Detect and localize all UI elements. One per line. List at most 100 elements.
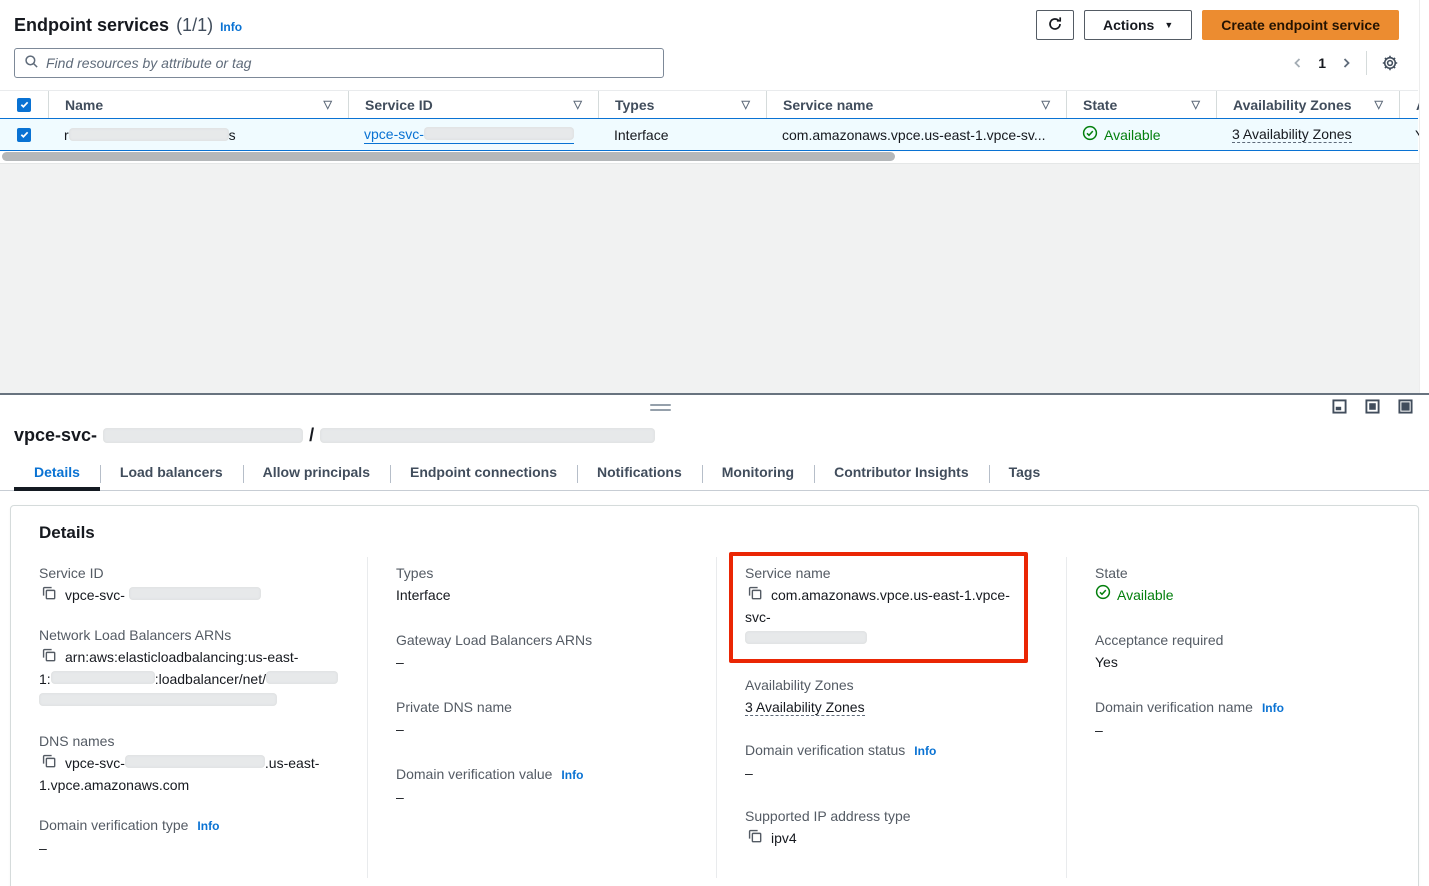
- cell-availability-zones: 3 Availability Zones: [1216, 126, 1399, 143]
- availability-zones-popover[interactable]: 3 Availability Zones: [745, 699, 865, 716]
- pagination: 1: [1292, 51, 1399, 75]
- pager-divider: [1366, 51, 1367, 75]
- checkbox-checked-icon: [17, 128, 31, 142]
- copy-icon[interactable]: [42, 755, 56, 771]
- redaction-box: [125, 755, 265, 768]
- tab-details[interactable]: Details: [14, 456, 100, 490]
- redaction-box: [424, 127, 574, 140]
- refresh-button[interactable]: [1036, 10, 1074, 40]
- select-all-checkbox[interactable]: [0, 91, 48, 118]
- table-row[interactable]: r s vpce-svc- Interface com.amazonaws.vp…: [0, 118, 1418, 151]
- cell-service-id: vpce-svc-: [348, 126, 598, 144]
- column-header-availability-zones[interactable]: Availability Zones ▽: [1216, 91, 1399, 118]
- create-label: Create endpoint service: [1221, 17, 1380, 33]
- field-nlb-arns: Network Load Balancers ARNs arn:aws:elas…: [39, 625, 339, 712]
- row-checkbox[interactable]: [0, 128, 48, 142]
- column-header-state[interactable]: State ▽: [1066, 91, 1216, 118]
- refresh-icon: [1047, 16, 1063, 35]
- current-page[interactable]: 1: [1314, 55, 1330, 71]
- panel-title: vpce-svc- /: [0, 421, 1429, 456]
- detail-panel: vpce-svc- / Details Load balancers Allow…: [0, 395, 1429, 886]
- table-header-row: Name ▽ Service ID ▽ Types ▽ Service name…: [0, 90, 1418, 118]
- field-state: State Available: [1095, 563, 1390, 606]
- actions-label: Actions: [1103, 17, 1154, 33]
- field-service-id: Service ID vpce-svc-: [39, 563, 339, 606]
- redaction-box: [129, 587, 261, 600]
- service-name-highlight-box: Service name com.amazonaws.vpce.us-east-…: [729, 552, 1028, 663]
- info-link[interactable]: Info: [197, 816, 219, 836]
- check-circle-icon: [1095, 584, 1111, 606]
- panel-layout-half-icon[interactable]: [1365, 399, 1380, 417]
- horizontal-scrollbar-thumb[interactable]: [2, 152, 895, 161]
- service-id-link[interactable]: vpce-svc-: [364, 126, 574, 144]
- field-private-dns-name: Private DNS name –: [396, 697, 688, 740]
- copy-icon[interactable]: [42, 649, 56, 665]
- search-input[interactable]: Find resources by attribute or tag: [14, 48, 664, 78]
- sort-icon[interactable]: ▽: [1375, 98, 1383, 111]
- table-settings-button[interactable]: [1381, 54, 1399, 72]
- details-column-4: State Available Acceptance required Yes: [1066, 557, 1418, 878]
- details-card-title: Details: [11, 506, 1418, 557]
- field-types: Types Interface: [396, 563, 688, 606]
- tab-notifications[interactable]: Notifications: [577, 456, 702, 490]
- cell-service-name: com.amazonaws.vpce.us-east-1.vpce-sv...: [766, 127, 1066, 143]
- sort-icon[interactable]: ▽: [1042, 98, 1050, 111]
- search-icon: [24, 54, 39, 72]
- info-link[interactable]: Info: [914, 741, 936, 761]
- sort-icon[interactable]: ▽: [1192, 98, 1200, 111]
- panel-layout-bottom-icon[interactable]: [1332, 399, 1347, 417]
- next-page-button[interactable]: [1340, 57, 1352, 69]
- column-header-service-id[interactable]: Service ID ▽: [348, 91, 598, 118]
- column-header-types[interactable]: Types ▽: [598, 91, 766, 118]
- redaction-box: [69, 128, 229, 141]
- tab-tags[interactable]: Tags: [989, 456, 1061, 490]
- sort-icon[interactable]: ▽: [574, 98, 582, 111]
- panel-drag-handle-icon[interactable]: [650, 404, 671, 414]
- resource-count: (1/1): [176, 15, 213, 36]
- copy-icon[interactable]: [748, 587, 762, 603]
- caret-down-icon: ▼: [1164, 20, 1173, 30]
- column-header-name[interactable]: Name ▽: [48, 91, 348, 118]
- copy-icon[interactable]: [748, 830, 762, 846]
- header-info-link[interactable]: Info: [220, 20, 242, 34]
- prev-page-button[interactable]: [1292, 57, 1304, 69]
- tab-monitoring[interactable]: Monitoring: [702, 456, 814, 490]
- copy-icon[interactable]: [42, 587, 56, 603]
- field-domain-verification-status: Domain verification status Info –: [745, 740, 1038, 784]
- create-endpoint-service-button[interactable]: Create endpoint service: [1202, 10, 1399, 40]
- tab-allow-principals[interactable]: Allow principals: [243, 456, 390, 490]
- field-availability-zones: Availability Zones 3 Availability Zones: [745, 675, 1038, 718]
- column-header-service-name[interactable]: Service name ▽: [766, 91, 1066, 118]
- info-link[interactable]: Info: [1262, 698, 1284, 718]
- tab-endpoint-connections[interactable]: Endpoint connections: [390, 456, 577, 490]
- page-header: Endpoint services (1/1) Info Actions ▼ C…: [0, 0, 1429, 44]
- endpoint-services-pane: Endpoint services (1/1) Info Actions ▼ C…: [0, 0, 1429, 393]
- horizontal-scrollbar: [0, 151, 1418, 163]
- details-column-2: Types Interface Gateway Load Balancers A…: [367, 557, 716, 878]
- field-domain-verification-type: Domain verification type Info –: [39, 815, 339, 859]
- field-acceptance-required: Acceptance required Yes: [1095, 630, 1390, 673]
- redaction-box: [103, 428, 303, 443]
- field-glb-arns: Gateway Load Balancers ARNs –: [396, 630, 688, 673]
- field-dns-names: DNS names vpce-svc-.us-east- 1.vpce.amaz…: [39, 731, 339, 796]
- availability-zones-popover[interactable]: 3 Availability Zones: [1232, 126, 1352, 143]
- panel-tabs: Details Load balancers Allow principals …: [0, 456, 1429, 491]
- cell-state: Available: [1066, 125, 1216, 144]
- sort-icon[interactable]: ▽: [742, 98, 750, 111]
- panel-toolbar: [0, 395, 1429, 421]
- cell-types: Interface: [598, 127, 766, 143]
- info-link[interactable]: Info: [561, 765, 583, 785]
- sort-icon[interactable]: ▽: [324, 98, 332, 111]
- cell-name: r s: [48, 127, 348, 143]
- tab-load-balancers[interactable]: Load balancers: [100, 456, 243, 490]
- search-placeholder: Find resources by attribute or tag: [46, 55, 251, 71]
- details-column-3: Service name com.amazonaws.vpce.us-east-…: [716, 557, 1066, 878]
- details-column-1: Service ID vpce-svc- Network Load Balanc…: [11, 557, 367, 878]
- field-service-name: Service name com.amazonaws.vpce.us-east-…: [745, 563, 1014, 650]
- actions-button[interactable]: Actions ▼: [1084, 10, 1192, 40]
- check-circle-icon: [1082, 125, 1098, 144]
- tab-contributor-insights[interactable]: Contributor Insights: [814, 456, 989, 490]
- empty-background: [0, 163, 1429, 393]
- redaction-box: [745, 631, 867, 644]
- panel-layout-full-icon[interactable]: [1398, 399, 1413, 417]
